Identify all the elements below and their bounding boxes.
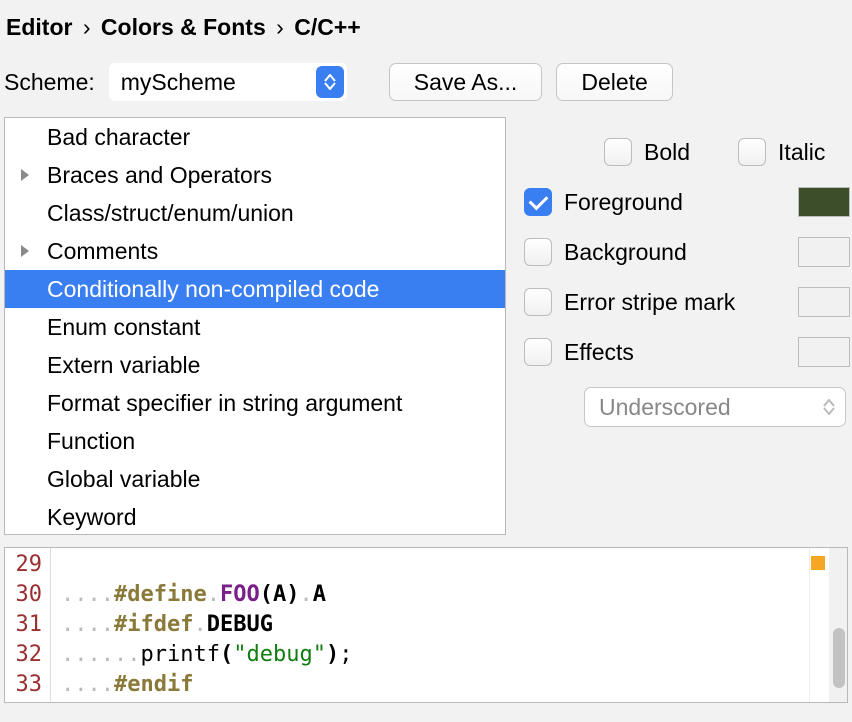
list-item[interactable]: Braces and Operators	[5, 156, 505, 194]
line-number: 33	[5, 670, 42, 700]
checkbox-icon	[524, 238, 552, 266]
list-item-label: Class/struct/enum/union	[19, 200, 294, 227]
effects-checkbox[interactable]: Effects	[524, 338, 634, 366]
checkbox-icon	[524, 338, 552, 366]
code-preview: 2930313233 ....#define.FOO(A).A ....#ifd…	[4, 547, 848, 703]
list-item-label: Bad character	[19, 124, 190, 151]
list-item-label: Extern variable	[19, 352, 200, 379]
disclosure-icon[interactable]	[19, 244, 47, 258]
list-item[interactable]: Keyword	[5, 498, 505, 535]
effects-type-select[interactable]: Underscored	[584, 387, 846, 427]
error-stripe-swatch[interactable]	[798, 287, 850, 317]
updown-icon	[316, 66, 344, 98]
scrollbar[interactable]	[829, 548, 847, 702]
checkbox-icon	[738, 138, 766, 166]
warning-marker-icon[interactable]	[811, 556, 825, 570]
bold-checkbox[interactable]: Bold	[604, 138, 690, 166]
foreground-swatch[interactable]	[798, 187, 850, 217]
background-label: Background	[564, 239, 687, 266]
list-item[interactable]: Comments	[5, 232, 505, 270]
scheme-value: myScheme	[121, 69, 236, 96]
disclosure-icon[interactable]	[19, 168, 47, 182]
list-item[interactable]: Enum constant	[5, 308, 505, 346]
delete-button[interactable]: Delete	[556, 63, 672, 101]
line-number: 30	[5, 580, 42, 610]
list-item-label: Format specifier in string argument	[19, 390, 402, 417]
code-body: ....#define.FOO(A).A ....#ifdef.DEBUG ..…	[51, 548, 352, 702]
effects-swatch[interactable]	[798, 337, 850, 367]
list-item[interactable]: Format specifier in string argument	[5, 384, 505, 422]
breadcrumb-colors: Colors & Fonts	[101, 14, 266, 40]
foreground-label: Foreground	[564, 189, 683, 216]
italic-label: Italic	[778, 139, 825, 166]
background-checkbox[interactable]: Background	[524, 238, 687, 266]
scheme-label: Scheme:	[4, 69, 95, 96]
list-item-label: Enum constant	[19, 314, 200, 341]
bold-label: Bold	[644, 139, 690, 166]
line-number: 32	[5, 640, 42, 670]
breadcrumb-editor: Editor	[6, 14, 72, 40]
breadcrumb-sep: ›	[79, 14, 95, 40]
breadcrumb: Editor › Colors & Fonts › C/C++	[0, 14, 852, 63]
gutter: 2930313233	[5, 548, 51, 702]
list-item[interactable]: Class/struct/enum/union	[5, 194, 505, 232]
line-number: 31	[5, 610, 42, 640]
list-item[interactable]: Bad character	[5, 118, 505, 156]
scrollbar-thumb[interactable]	[833, 628, 845, 688]
list-item-label: Comments	[47, 238, 158, 265]
foreground-checkbox[interactable]: Foreground	[524, 188, 683, 216]
list-item[interactable]: Global variable	[5, 460, 505, 498]
list-item-label: Conditionally non-compiled code	[19, 276, 379, 303]
options-pane: Bold Italic Foreground Background	[524, 117, 852, 535]
breadcrumb-sep: ›	[272, 14, 288, 40]
effects-type-value: Underscored	[599, 394, 731, 421]
error-stripe-checkbox[interactable]: Error stripe mark	[524, 288, 735, 316]
list-item[interactable]: Extern variable	[5, 346, 505, 384]
save-as-button[interactable]: Save As...	[389, 63, 543, 101]
attribute-list[interactable]: Bad character Braces and Operators Class/s…	[4, 117, 506, 535]
italic-checkbox[interactable]: Italic	[738, 138, 825, 166]
checkbox-icon	[604, 138, 632, 166]
line-number: 29	[5, 550, 42, 580]
list-item-label: Keyword	[19, 504, 136, 531]
breadcrumb-lang: C/C++	[294, 14, 360, 40]
list-item-label: Global variable	[19, 466, 200, 493]
scheme-select[interactable]: myScheme	[109, 63, 347, 101]
list-item[interactable]: Function	[5, 422, 505, 460]
list-item-label: Function	[19, 428, 135, 455]
list-item-label: Braces and Operators	[47, 162, 272, 189]
checkbox-icon	[524, 288, 552, 316]
background-swatch[interactable]	[798, 237, 850, 267]
effects-label: Effects	[564, 339, 634, 366]
list-item[interactable]: Conditionally non-compiled code	[5, 270, 505, 308]
marker-strip	[809, 548, 827, 702]
error-stripe-label: Error stripe mark	[564, 289, 735, 316]
updown-icon	[823, 399, 835, 415]
checkbox-icon	[524, 188, 552, 216]
